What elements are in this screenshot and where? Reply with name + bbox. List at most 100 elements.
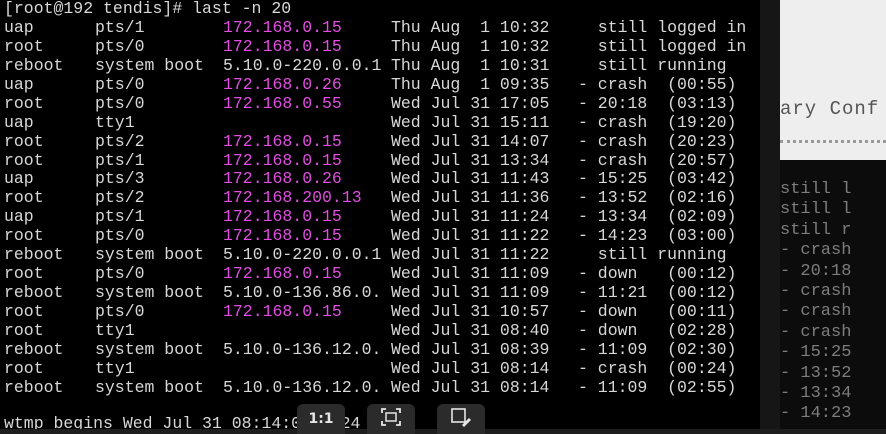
login-record-row: reboot system boot 5.10.0-136.12.0. Wed Jul…	[4, 339, 764, 360]
login-user: root	[4, 36, 44, 56]
fit-to-screen-button[interactable]	[367, 404, 415, 434]
background-window-line: - 14:23	[780, 404, 852, 424]
login-record-row: root tty1 Wed Jul 31 08:40 - down (02:28)	[4, 320, 764, 341]
login-date: Wed Jul 31 08:14	[391, 377, 550, 397]
login-date: Thu Aug 1 10:32	[391, 36, 550, 56]
login-user: uap	[4, 207, 34, 227]
background-window-line: - 13:34	[780, 383, 852, 403]
background-window-line: - crash	[780, 241, 852, 261]
login-tty: tty1	[95, 112, 135, 132]
login-user: root	[4, 358, 44, 378]
login-tty: tty1	[95, 358, 135, 378]
login-date: Thu Aug 1 09:35	[391, 74, 550, 94]
login-date: Wed Jul 31 10:57	[391, 302, 550, 321]
login-date: Wed Jul 31 11:43	[391, 169, 550, 189]
background-window-line: - 13:52	[780, 363, 852, 383]
login-tty: system boot	[95, 283, 204, 303]
login-status: still logged in	[578, 17, 747, 37]
login-status: - 20:18 (03:13)	[578, 93, 737, 113]
background-window-line: still l	[780, 200, 852, 220]
login-host: 5.10.0-136.12.0.	[223, 339, 382, 359]
login-host: 5.10.0-136.12.0.	[223, 377, 382, 397]
login-user: root	[4, 93, 44, 113]
login-tty: pts/1	[95, 207, 145, 227]
login-user: uap	[4, 74, 34, 94]
login-status: - 14:23 (03:00)	[578, 226, 737, 246]
login-host: 5.10.0-220.0.0.1	[223, 55, 382, 75]
login-host: 5.10.0-220.0.0.1	[223, 245, 382, 265]
login-tty: pts/0	[95, 226, 145, 246]
background-window-header	[780, 0, 886, 160]
login-date: Thu Aug 1 10:32	[391, 17, 550, 37]
login-date: Wed Jul 31 13:34	[391, 150, 550, 170]
login-host: 172.168.0.55	[223, 93, 342, 113]
login-status: - 15:25 (03:42)	[578, 169, 737, 189]
login-tty: pts/2	[95, 188, 145, 208]
login-tty: tty1	[95, 320, 135, 340]
login-record-row: uap pts/3 172.168.0.26 Wed Jul 31 11:43 - 15…	[4, 169, 764, 189]
terminal-prompt: [root@192 tendis]# last -n 20	[4, 0, 292, 18]
login-host: 172.168.200.13	[223, 188, 362, 208]
login-record-row: reboot system boot 5.10.0-220.0.0.1 Thu Aug…	[4, 55, 764, 76]
login-tty: system boot	[95, 339, 204, 359]
login-status: - 13:34 (02:09)	[578, 207, 737, 227]
login-record-row: uap pts/0 172.168.0.26 Thu Aug 1 09:35 - cra…	[4, 74, 764, 95]
login-user: root	[4, 226, 44, 246]
login-user: reboot	[4, 377, 64, 397]
login-host: 172.168.0.26	[223, 74, 342, 94]
login-record-row: reboot system boot 5.10.0-136.86.0. Wed Jul…	[4, 283, 764, 303]
login-tty: system boot	[95, 245, 204, 265]
login-user: uap	[4, 169, 34, 189]
login-user: root	[4, 302, 44, 321]
login-record-row: uap tty1 Wed Jul 31 15:11 - crash (19:20)	[4, 112, 764, 133]
login-host: 172.168.0.15	[223, 302, 342, 321]
terminal-window[interactable]: [root@192 tendis]# last -n 20 uap pts/1 17…	[0, 0, 780, 429]
login-date: Wed Jul 31 15:11	[391, 112, 550, 132]
login-status: still running	[578, 245, 727, 265]
login-record-row: root tty1 Wed Jul 31 08:14 - crash (00:24)	[4, 358, 764, 379]
background-window-line: still r	[780, 220, 852, 240]
login-date: Thu Aug 1 10:31	[391, 55, 550, 75]
background-window-divider	[780, 140, 886, 143]
login-host: 172.168.0.15	[223, 264, 342, 284]
login-status: - 11:09 (02:55)	[578, 377, 737, 397]
login-record-row: root pts/1 172.168.0.15 Wed Jul 31 13:34 - c…	[4, 150, 764, 171]
login-status: - crash (00:55)	[578, 74, 737, 94]
login-user: root	[4, 264, 44, 284]
login-tty: pts/1	[95, 150, 145, 170]
login-status: - 13:52 (02:16)	[578, 188, 737, 208]
login-user: uap	[4, 112, 34, 132]
login-date: Wed Jul 31 08:14	[391, 358, 550, 378]
login-user: root	[4, 150, 44, 170]
login-host: 172.168.0.15	[223, 150, 342, 170]
background-window-line: still l	[780, 180, 852, 199]
actual-size-button[interactable]: 1:1	[297, 404, 345, 434]
login-host: 172.168.0.15	[223, 17, 342, 37]
background-window-line: - 15:25	[780, 343, 852, 363]
login-date: Wed Jul 31 08:40	[391, 320, 550, 340]
login-date: Wed Jul 31 11:22	[391, 226, 550, 246]
login-host: 172.168.0.26	[223, 169, 342, 189]
login-status: - crash (19:20)	[578, 112, 737, 132]
login-record-row: reboot system boot 5.10.0-136.12.0. Wed Jul…	[4, 377, 764, 398]
background-window-line: - crash	[780, 302, 852, 322]
login-user: root	[4, 320, 44, 340]
login-host: 172.168.0.15	[223, 36, 342, 56]
background-window-lines: still l still l still r- crash - 20:18- cra…	[780, 180, 886, 425]
login-status: still logged in	[578, 36, 747, 56]
login-record-row: root pts/0 172.168.0.15 Wed Jul 31 11:22 - 1…	[4, 226, 764, 246]
fit-to-screen-icon	[380, 407, 402, 431]
login-tty: pts/0	[95, 264, 145, 284]
login-date: Wed Jul 31 08:39	[391, 339, 550, 359]
login-status: still running	[578, 55, 727, 75]
login-status: - crash (20:57)	[578, 150, 737, 170]
login-host: 172.168.0.15	[223, 131, 342, 151]
login-record-row: uap pts/1 172.168.0.15 Wed Jul 31 11:24 - 13…	[4, 207, 764, 227]
login-status: - down (00:11)	[578, 302, 737, 321]
login-tty: pts/3	[95, 169, 145, 189]
login-tty: pts/0	[95, 74, 145, 94]
image-edit-button[interactable]	[437, 404, 485, 434]
login-user: reboot	[4, 339, 64, 359]
login-record-row: uap pts/1 172.168.0.15 Thu Aug 1 10:32 stil…	[4, 17, 764, 38]
login-user: reboot	[4, 55, 64, 75]
